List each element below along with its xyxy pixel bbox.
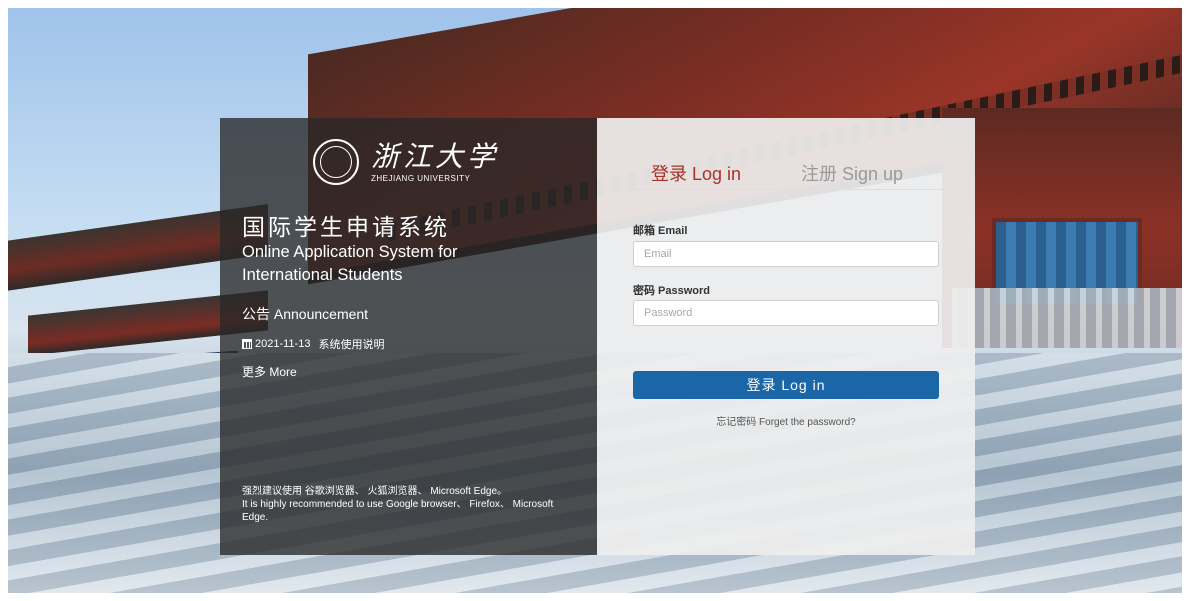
university-name-en: ZHEJIANG UNIVERSITY (371, 173, 471, 183)
login-panel: 登录 Log in 注册 Sign up 邮箱 Email 密码 Passwor… (597, 118, 975, 555)
browser-recommendation-cn: 强烈建议使用 谷歌浏览器、 火狐浏览器、 Microsoft Edge。 (242, 486, 508, 497)
background-railing (952, 288, 1182, 348)
more-announcements-link[interactable]: 更多 More (242, 363, 297, 380)
announcement-title: 公告 Announcement (242, 306, 369, 322)
system-title-cn: 国际学生申请系统 (242, 214, 450, 240)
university-name-cn: 浙江大学 (371, 139, 500, 173)
forget-password-link[interactable]: 忘记密码 Forget the password? (633, 413, 939, 428)
login-button[interactable]: 登录 Log in (633, 371, 939, 399)
calendar-icon (242, 339, 252, 349)
password-label: 密码 Password (633, 285, 711, 297)
auth-tabs: 登录 Log in 注册 Sign up (627, 160, 945, 190)
browser-recommendation-en: It is highly recommended to use Google b… (242, 499, 554, 523)
tab-login[interactable]: 登录 Log in (651, 160, 741, 186)
announcement-date: 2021-11-13 (255, 338, 311, 350)
email-label: 邮箱 Email (633, 225, 688, 237)
announcement-text: 系统使用说明 (318, 339, 385, 351)
zju-seal-icon (313, 139, 359, 185)
password-field[interactable] (633, 300, 939, 326)
email-field[interactable] (633, 241, 939, 267)
info-panel: 浙江大学 ZHEJIANG UNIVERSITY 国际学生申请系统 Online… (220, 118, 597, 555)
tab-signup[interactable]: 注册 Sign up (801, 160, 903, 186)
announcement-item[interactable]: 2021-11-13 系统使用说明 (242, 336, 384, 352)
browser-recommendation: 强烈建议使用 谷歌浏览器、 火狐浏览器、 Microsoft Edge。 It … (242, 485, 582, 524)
university-logo: 浙江大学 ZHEJIANG UNIVERSITY (313, 136, 499, 188)
system-title-en: Online Application System for Internatio… (242, 243, 458, 284)
